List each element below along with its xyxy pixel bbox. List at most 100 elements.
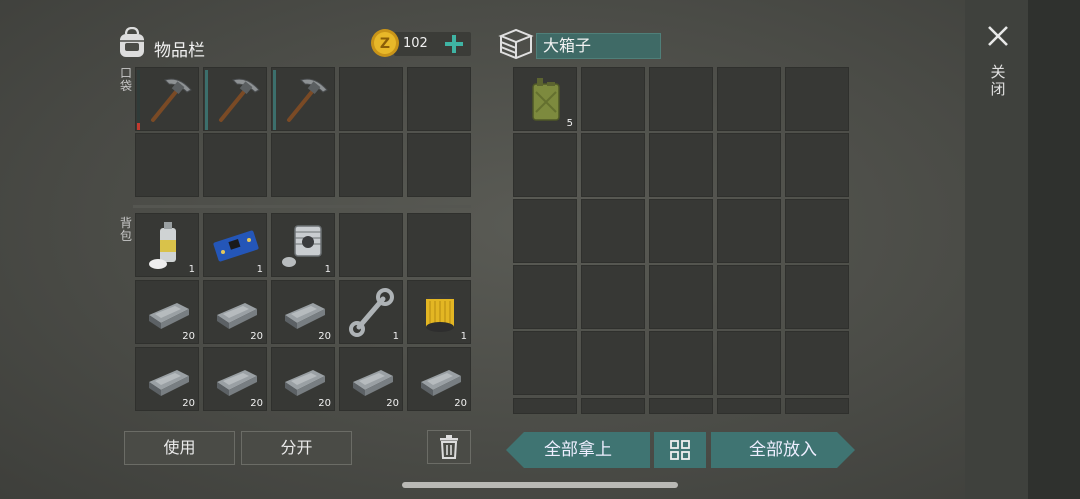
trash-icon: [440, 435, 458, 459]
backpack-slot[interactable]: [339, 213, 403, 277]
use-button[interactable]: 使用: [124, 431, 235, 465]
backpack-slot[interactable]: 1: [135, 213, 199, 277]
chest-slot[interactable]: [717, 67, 781, 131]
chest-slot[interactable]: 5: [513, 67, 577, 131]
chest-slot[interactable]: [513, 199, 577, 263]
backpack-slot[interactable]: 1: [271, 213, 335, 277]
put-all-button[interactable]: 全部放入: [711, 432, 855, 468]
backpack-slot[interactable]: 20: [407, 347, 471, 411]
side-panel: [965, 0, 1080, 499]
backpack-slot[interactable]: 20: [203, 347, 267, 411]
chest-slot[interactable]: [717, 133, 781, 197]
section-divider: [133, 205, 471, 208]
durability-bar: [137, 70, 140, 130]
durability-bar: [205, 70, 208, 130]
pocket-slot[interactable]: [135, 67, 199, 131]
pocket-slot[interactable]: [407, 133, 471, 197]
chest-slot[interactable]: [785, 265, 849, 329]
sort-button[interactable]: [654, 432, 706, 468]
backpack-icon: [120, 27, 144, 57]
engine-cylinder-icon: [277, 218, 331, 272]
chest-slot[interactable]: [649, 398, 713, 414]
durability-bar: [273, 70, 276, 130]
chest-slot[interactable]: [785, 331, 849, 395]
coin-icon: Z: [371, 29, 399, 57]
item-quantity: 20: [250, 398, 263, 409]
chest-slot[interactable]: [581, 265, 645, 329]
grid-sort-icon: [670, 440, 690, 460]
take-all-button[interactable]: 全部拿上: [506, 432, 650, 468]
pickaxe-icon: [141, 72, 195, 126]
pocket-slot[interactable]: [271, 133, 335, 197]
pickaxe-icon: [209, 72, 263, 126]
pickaxe-icon: [277, 72, 331, 126]
chest-slot[interactable]: [581, 67, 645, 131]
chest-slot[interactable]: [649, 199, 713, 263]
item-quantity: 1: [392, 331, 399, 342]
pocket-slot[interactable]: [203, 133, 267, 197]
chest-slot[interactable]: [581, 398, 645, 414]
chest-slot[interactable]: [785, 133, 849, 197]
backpack-slot[interactable]: 20: [203, 280, 267, 344]
item-quantity: 1: [256, 264, 263, 275]
chest-slot[interactable]: [649, 265, 713, 329]
chest-slot[interactable]: [649, 331, 713, 395]
pocket-slot[interactable]: [203, 67, 267, 131]
backpack-slot[interactable]: 1: [339, 280, 403, 344]
add-coins-icon[interactable]: [444, 34, 464, 54]
spray-can-icon: [141, 218, 195, 272]
backpack-slot[interactable]: 20: [339, 347, 403, 411]
pocket-slot[interactable]: [271, 67, 335, 131]
circuit-board-icon: [209, 218, 263, 272]
pocket-slot[interactable]: [339, 133, 403, 197]
item-quantity: 1: [460, 331, 467, 342]
chest-slot[interactable]: [513, 133, 577, 197]
coin-count: 102: [403, 36, 428, 51]
chest-slot[interactable]: [581, 199, 645, 263]
jerry-can-icon: [519, 72, 573, 126]
backpack-slot[interactable]: 20: [135, 347, 199, 411]
chest-slot[interactable]: [513, 265, 577, 329]
item-quantity: 1: [324, 264, 331, 275]
item-quantity: 20: [454, 398, 467, 409]
backpack-slot[interactable]: 20: [271, 347, 335, 411]
backpack-slot[interactable]: 20: [135, 280, 199, 344]
chest-slot[interactable]: [581, 133, 645, 197]
wrench-icon: [345, 285, 399, 339]
item-quantity: 20: [318, 398, 331, 409]
chest-slot[interactable]: [649, 133, 713, 197]
close-label[interactable]: 关闭: [990, 64, 1006, 98]
chest-slot[interactable]: [785, 199, 849, 263]
inventory-title: 物品栏: [154, 41, 205, 61]
backpack-slot[interactable]: 1: [203, 213, 267, 277]
pocket-slot[interactable]: [135, 133, 199, 197]
backpack-slot[interactable]: 1: [407, 280, 471, 344]
svg-text:Z: Z: [380, 36, 390, 52]
item-quantity: 20: [182, 331, 195, 342]
chest-slot[interactable]: [717, 199, 781, 263]
chest-slot[interactable]: [717, 398, 781, 414]
pocket-label: 口袋: [119, 66, 132, 93]
backpack-slot[interactable]: 20: [271, 280, 335, 344]
pocket-slot[interactable]: [339, 67, 403, 131]
close-icon[interactable]: [987, 25, 1009, 47]
chest-slot[interactable]: [785, 67, 849, 131]
backpack-slot[interactable]: [407, 213, 471, 277]
backpack-label: 背包: [119, 216, 132, 243]
chest-slot[interactable]: [717, 265, 781, 329]
split-button[interactable]: 分开: [241, 431, 352, 465]
trash-button[interactable]: [427, 430, 471, 464]
item-quantity: 20: [250, 331, 263, 342]
pocket-slot[interactable]: [407, 67, 471, 131]
chest-slot[interactable]: [513, 331, 577, 395]
oil-filter-icon: [413, 285, 467, 339]
chest-slot[interactable]: [649, 67, 713, 131]
item-quantity: 20: [182, 398, 195, 409]
item-quantity: 5: [566, 118, 573, 129]
chest-name-field[interactable]: 大箱子: [536, 33, 661, 59]
item-quantity: 20: [318, 331, 331, 342]
chest-slot[interactable]: [581, 331, 645, 395]
chest-slot[interactable]: [717, 331, 781, 395]
chest-slot[interactable]: [785, 398, 849, 414]
chest-slot[interactable]: [513, 398, 577, 414]
